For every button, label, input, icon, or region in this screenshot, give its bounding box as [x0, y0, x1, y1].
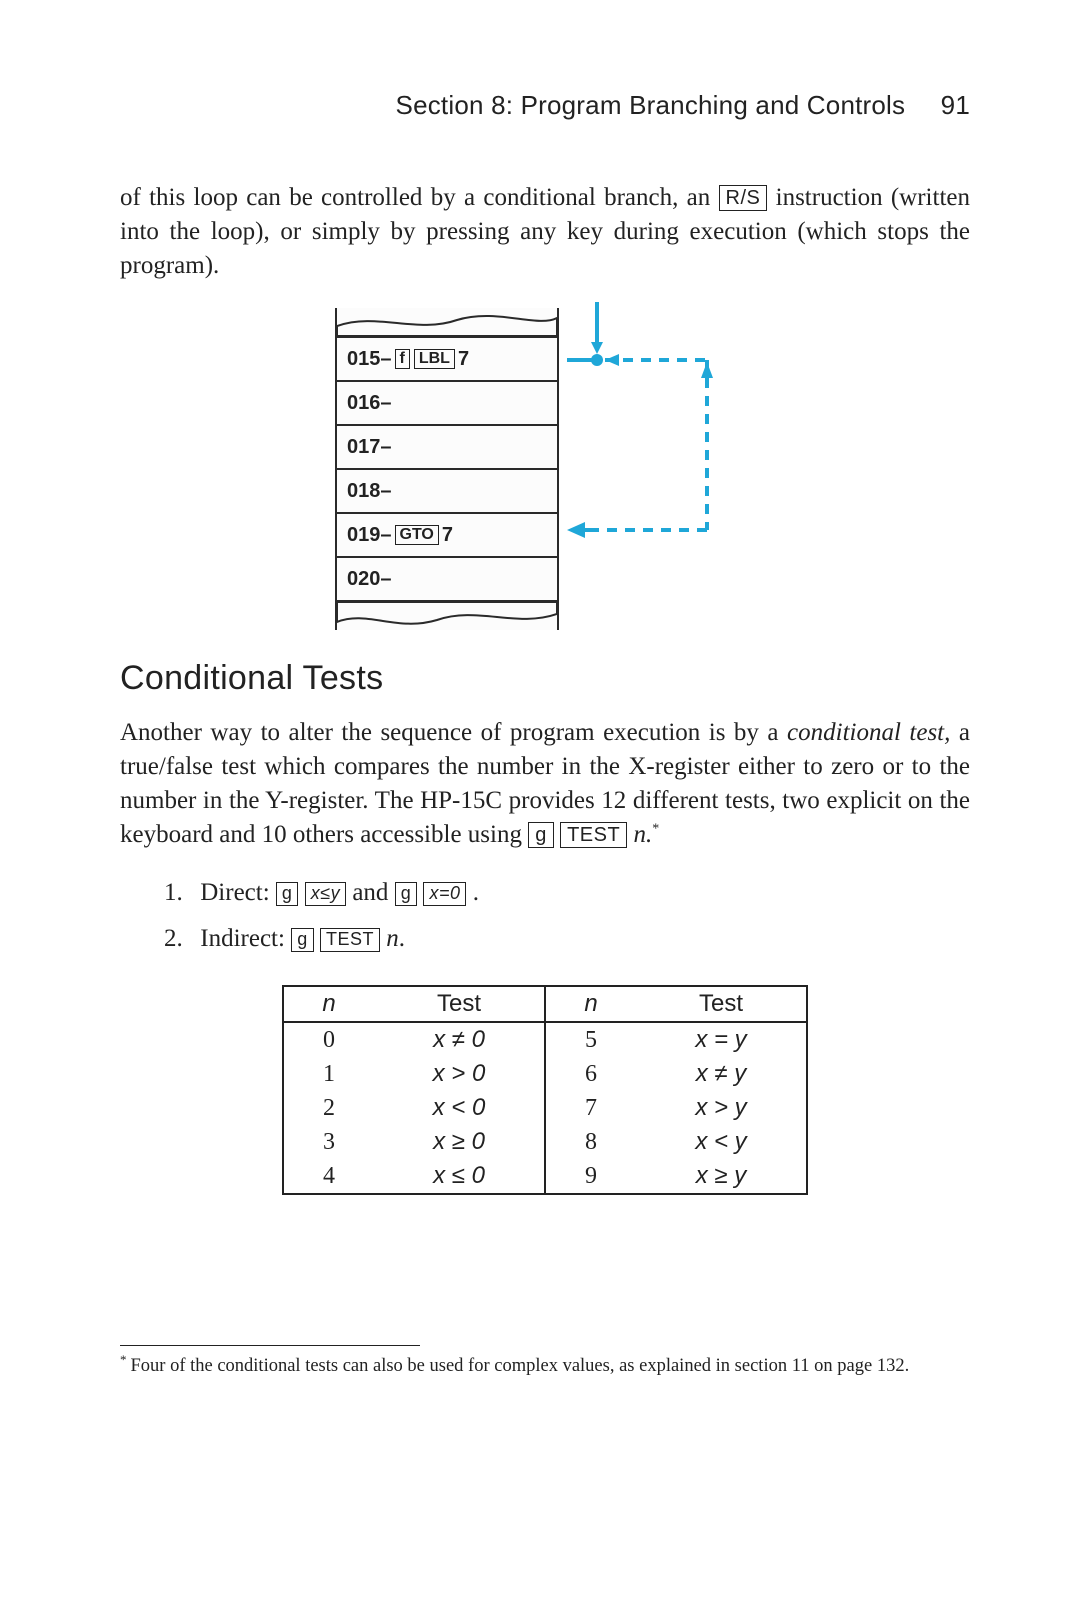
row-num: 017– — [347, 436, 392, 459]
test-tbody: 0 x ≠ 0 5 x = y 1 x > 0 6 x ≠ y 2 x < 0 … — [283, 1022, 807, 1194]
row-num: 019– — [347, 524, 392, 547]
key-g: g — [528, 822, 554, 848]
prog-row-015: 015– f LBL 7 — [337, 336, 557, 380]
footnote-text: Four of the conditional tests can also b… — [131, 1356, 910, 1376]
cell-test: x ≥ 0 — [374, 1125, 545, 1159]
table-row: 0 x ≠ 0 5 x = y — [283, 1022, 807, 1057]
paragraph-1: of this loop can be controlled by a cond… — [120, 181, 970, 282]
prog-row-019: 019– GTO 7 — [337, 512, 557, 556]
li-mid: and — [352, 879, 394, 906]
key-xeq0: x=0 — [423, 882, 466, 906]
th-n: n — [283, 986, 374, 1022]
th-n: n — [545, 986, 636, 1022]
p2-em: conditional test, — [787, 719, 950, 746]
th-test: Test — [636, 986, 807, 1022]
prog-row-016: 016– — [337, 380, 557, 424]
list-item-1: 1. Direct: g x≤y and g x=0 . — [164, 873, 970, 913]
key-g: g — [395, 882, 418, 906]
th-test: Test — [374, 986, 545, 1022]
table-row: 1 x > 0 6 x ≠ y — [283, 1057, 807, 1091]
torn-edge-bottom — [337, 600, 557, 630]
table-row: 4 x ≤ 0 9 x ≥ y — [283, 1159, 807, 1194]
prog-row-018: 018– — [337, 468, 557, 512]
p2-trail: n. — [633, 821, 652, 848]
key-g: g — [291, 928, 314, 952]
li-label: Direct: — [200, 879, 276, 906]
cell-test: x > 0 — [374, 1057, 545, 1091]
page-number: 91 — [941, 90, 970, 121]
li-n: n — [386, 925, 399, 952]
test-table: n Test n Test 0 x ≠ 0 5 x = y 1 x > 0 6 … — [282, 985, 808, 1195]
key-f-icon: f — [395, 349, 410, 369]
cell-n: 4 — [283, 1159, 374, 1194]
cell-n: 9 — [545, 1159, 636, 1194]
key-test: TEST — [560, 822, 627, 848]
page-header: Section 8: Program Branching and Control… — [120, 90, 970, 121]
li-num: 1. — [164, 873, 194, 913]
row-suffix: 7 — [442, 524, 453, 547]
section-title: Section 8: Program Branching and Control… — [396, 90, 906, 120]
cell-test: x ≤ 0 — [374, 1159, 545, 1194]
footnote-ref: * — [652, 821, 659, 836]
cell-n: 6 — [545, 1057, 636, 1091]
prog-row-017: 017– — [337, 424, 557, 468]
page: Section 8: Program Branching and Control… — [0, 0, 1080, 1620]
key-lbl-icon: LBL — [414, 349, 455, 369]
key-g: g — [276, 882, 299, 906]
li-num: 2. — [164, 919, 194, 959]
li-label: Indirect: — [200, 925, 291, 952]
key-rs: R/S — [719, 185, 768, 211]
p1-pre: of this loop can be controlled by a cond… — [120, 184, 719, 211]
list-item-2: 2. Indirect: g TEST n. — [164, 919, 970, 959]
cell-test: x < y — [636, 1125, 807, 1159]
key-gto-icon: GTO — [395, 525, 439, 545]
row-num: 016– — [347, 392, 392, 415]
cell-n: 7 — [545, 1091, 636, 1125]
cell-test: x ≥ y — [636, 1159, 807, 1194]
row-num: 015– — [347, 348, 392, 371]
prog-row-020: 020– — [337, 556, 557, 600]
program-listing: 015– f LBL 7 016– 017– 018– 019– GTO 7 — [335, 308, 559, 630]
cell-test: x > y — [636, 1091, 807, 1125]
cell-n: 1 — [283, 1057, 374, 1091]
heading-conditional-tests: Conditional Tests — [120, 659, 970, 698]
cell-test: x < 0 — [374, 1091, 545, 1125]
cell-n: 3 — [283, 1125, 374, 1159]
li-end: . — [473, 879, 479, 906]
cell-test: x ≠ 0 — [374, 1022, 545, 1057]
footnote: * Four of the conditional tests can also … — [120, 1352, 970, 1378]
cell-n: 0 — [283, 1022, 374, 1057]
table-row: 2 x < 0 7 x > y — [283, 1091, 807, 1125]
footnote-rule — [120, 1345, 420, 1346]
table-row: 3 x ≥ 0 8 x < y — [283, 1125, 807, 1159]
row-num: 020– — [347, 568, 392, 591]
cell-n: 8 — [545, 1125, 636, 1159]
li-end: . — [399, 925, 405, 952]
key-test: TEST — [320, 928, 380, 952]
loop-arrow-icon — [565, 302, 755, 612]
footnote-mark: * — [120, 1352, 127, 1367]
p2-t1: Another way to alter the sequence of pro… — [120, 719, 787, 746]
cell-n: 5 — [545, 1022, 636, 1057]
row-num: 018– — [347, 480, 392, 503]
key-xley: x≤y — [305, 882, 346, 906]
cell-test: x ≠ y — [636, 1057, 807, 1091]
row-suffix: 7 — [458, 348, 469, 371]
figure-loop: 015– f LBL 7 016– 017– 018– 019– GTO 7 — [120, 308, 970, 613]
cell-n: 2 — [283, 1091, 374, 1125]
cell-test: x = y — [636, 1022, 807, 1057]
list-tests: 1. Direct: g x≤y and g x=0 . 2. Indirect… — [164, 873, 970, 959]
torn-edge-top — [337, 308, 557, 336]
paragraph-2: Another way to alter the sequence of pro… — [120, 716, 970, 851]
